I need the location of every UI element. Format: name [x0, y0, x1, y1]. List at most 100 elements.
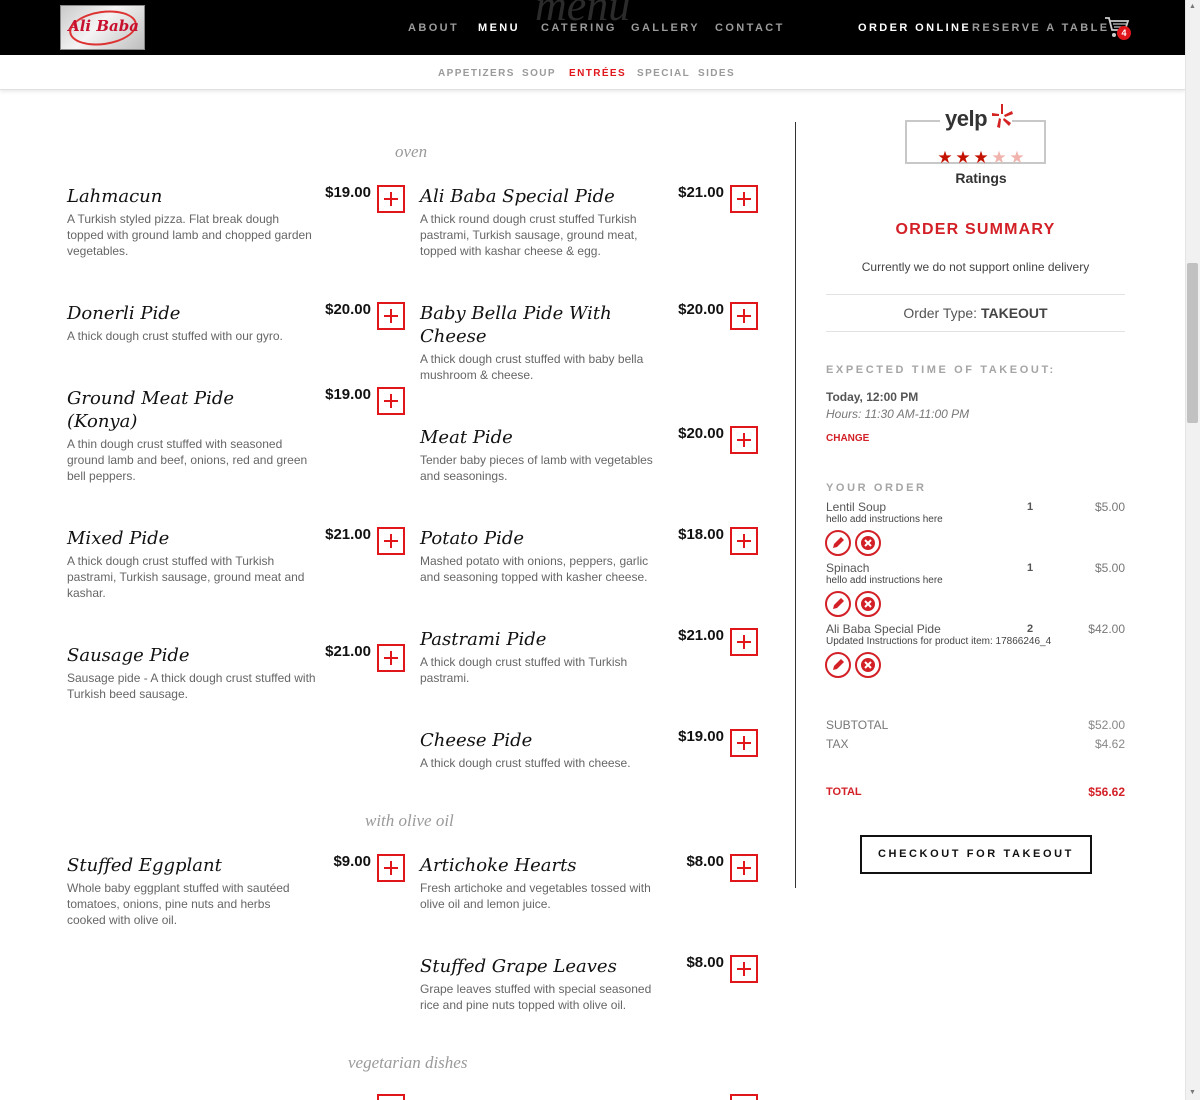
menu-item-name: Potato Pide	[420, 528, 525, 549]
menu-item-desc: Fresh artichoke and vegetables tossed wi…	[420, 881, 651, 911]
edit-item-button[interactable]	[825, 652, 851, 678]
star-icon: ★	[991, 148, 1007, 167]
add-to-order-button[interactable]	[377, 527, 405, 555]
star-icon: ★	[955, 148, 971, 167]
menu-item-desc: Grape leaves stuffed with special season…	[420, 982, 652, 1012]
menu-item-desc: Tender baby pieces of lamb with vegetabl…	[420, 453, 653, 483]
nav-catering[interactable]: CATERING	[541, 22, 617, 34]
remove-item-button[interactable]	[855, 591, 881, 617]
add-to-order-button[interactable]	[730, 628, 758, 656]
menu-item: Stuffed Grape Leaves Grape leaves stuffe…	[420, 954, 760, 1013]
menu-item-price: $9.00	[333, 853, 371, 870]
remove-item-button[interactable]	[855, 530, 881, 556]
scrollbar-thumb[interactable]	[1187, 263, 1198, 423]
section-title-oven: oven	[395, 142, 428, 161]
menu-item-price: $20.00	[325, 301, 371, 318]
checkout-button[interactable]: CHECKOUT FOR TAKEOUT	[860, 835, 1092, 874]
add-to-order-button[interactable]	[377, 387, 405, 415]
yelp-ratings-label: Ratings	[955, 170, 1007, 186]
nav-about[interactable]: ABOUT	[408, 22, 459, 34]
order-item-price: $42.00	[1088, 622, 1125, 636]
nav-menu[interactable]: MENU	[478, 22, 520, 34]
yelp-logo-text[interactable]: yelp	[943, 106, 990, 132]
menu-item: Mixed Pide A thick dough crust stuffed w…	[67, 526, 407, 601]
menu-item-name: Stuffed Eggplant	[67, 855, 222, 876]
expected-time-label: EXPECTED TIME OF TAKEOUT:	[826, 364, 1056, 376]
menu-item-price: $18.00	[678, 526, 724, 543]
yelp-burst-icon	[992, 104, 1013, 128]
menu-item-price: $20.00	[678, 425, 724, 442]
subnav-sides[interactable]: SIDES	[698, 68, 735, 79]
add-to-order-button[interactable]	[377, 302, 405, 330]
order-online-link[interactable]: ORDER ONLINE	[858, 22, 971, 34]
menu-item: Meat Pide Tender baby pieces of lamb wit…	[420, 425, 760, 484]
divider	[826, 294, 1125, 295]
order-item-instructions: hello add instructions here	[826, 575, 943, 586]
subnav-soup[interactable]: SOUP	[522, 68, 556, 79]
subnav-entrees[interactable]: ENTRÉES	[569, 68, 626, 79]
menu-item: Baby Bella Pide With Cheese A thick doug…	[420, 301, 760, 383]
menu-item-desc: A Turkish styled pizza. Flat break dough…	[67, 212, 312, 258]
menu-item-name: Lahmacun	[67, 186, 163, 207]
divider	[826, 331, 1125, 332]
menu-item-price: $21.00	[678, 627, 724, 644]
store-hours: Hours: 11:30 AM-11:00 PM	[826, 407, 970, 421]
nav-contact[interactable]: CONTACT	[715, 22, 785, 34]
tax-label: TAX	[826, 737, 849, 751]
add-to-order-button[interactable]	[730, 527, 758, 555]
add-to-order-button[interactable]	[730, 729, 758, 757]
menu-item: Cheese Pide A thick dough crust stuffed …	[420, 728, 760, 771]
section-title-vegetarian: vegetarian dishes	[348, 1053, 468, 1072]
remove-item-button[interactable]	[855, 652, 881, 678]
nav-gallery[interactable]: GALLERY	[631, 22, 700, 34]
add-to-order-button[interactable]	[730, 302, 758, 330]
order-type-value: TAKEOUT	[980, 305, 1048, 321]
pencil-icon	[833, 537, 844, 548]
add-to-order-button[interactable]	[377, 644, 405, 672]
add-to-order-button[interactable]	[377, 185, 405, 213]
add-to-order-button[interactable]	[730, 854, 758, 882]
reserve-table-link[interactable]: RESERVE A TABLE	[972, 22, 1109, 34]
edit-item-button[interactable]	[825, 591, 851, 617]
menu-item-price: $21.00	[325, 526, 371, 543]
change-time-link[interactable]: CHANGE	[826, 433, 869, 444]
menu-item: Ground Meat Pide (Konya) A thin dough cr…	[67, 386, 407, 484]
add-to-order-button[interactable]	[377, 854, 405, 882]
order-item-price: $5.00	[1094, 500, 1125, 514]
menu-item-desc: A thick dough crust stuffed with Turkish…	[420, 655, 628, 685]
subtotal-label: SUBTOTAL	[826, 718, 889, 732]
order-item-name: Lentil Soup	[826, 500, 887, 514]
edit-item-button[interactable]	[825, 530, 851, 556]
scrollbar-track[interactable]	[1185, 0, 1200, 1100]
menu-item-desc: Whole baby eggplant stuffed with sautéed…	[67, 881, 290, 927]
add-to-order-button-partial[interactable]	[377, 1092, 407, 1100]
close-icon	[861, 536, 875, 550]
menu-item: Lahmacun A Turkish styled pizza. Flat br…	[67, 184, 407, 259]
total-value: $56.62	[1088, 785, 1125, 799]
menu-item-desc: A thin dough crust stuffed with seasoned…	[67, 437, 308, 483]
menu-item-price: $21.00	[325, 643, 371, 660]
menu-item: Potato Pide Mashed potato with onions, p…	[420, 526, 760, 585]
star-icon: ★	[937, 148, 953, 167]
menu-item-name: Ground Meat Pide (Konya)	[67, 388, 235, 432]
menu-item: Ali Baba Special Pide A thick round doug…	[420, 184, 760, 259]
scroll-down-arrow[interactable]: ▼	[1188, 1089, 1197, 1097]
add-to-order-button-partial[interactable]	[730, 1092, 760, 1100]
menu-item-desc: A thick round dough crust stuffed Turkis…	[420, 212, 638, 258]
menu-item-price: $19.00	[325, 386, 371, 403]
menu-item-name: Donerli Pide	[67, 303, 181, 324]
pencil-icon	[833, 598, 844, 609]
add-to-order-button[interactable]	[730, 426, 758, 454]
top-navbar: Ali Baba menu ABOUT MENU CATERING GALLER…	[0, 0, 1185, 55]
order-type: Order Type: TAKEOUT	[826, 305, 1125, 321]
subnav-special[interactable]: SPECIAL	[637, 68, 690, 79]
scroll-up-arrow[interactable]: ▲	[1188, 3, 1197, 11]
menu-item-desc: A thick dough crust stuffed with baby be…	[420, 352, 644, 382]
order-item-name: Ali Baba Special Pide	[826, 622, 941, 636]
add-to-order-button[interactable]	[730, 955, 758, 983]
add-to-order-button[interactable]	[730, 185, 758, 213]
ali-baba-logo[interactable]: Ali Baba	[60, 5, 145, 50]
menu-item-price: $19.00	[678, 728, 724, 745]
subnav-appetizers[interactable]: APPETIZERS	[438, 68, 515, 79]
menu-item-name: Pastrami Pide	[420, 629, 547, 650]
